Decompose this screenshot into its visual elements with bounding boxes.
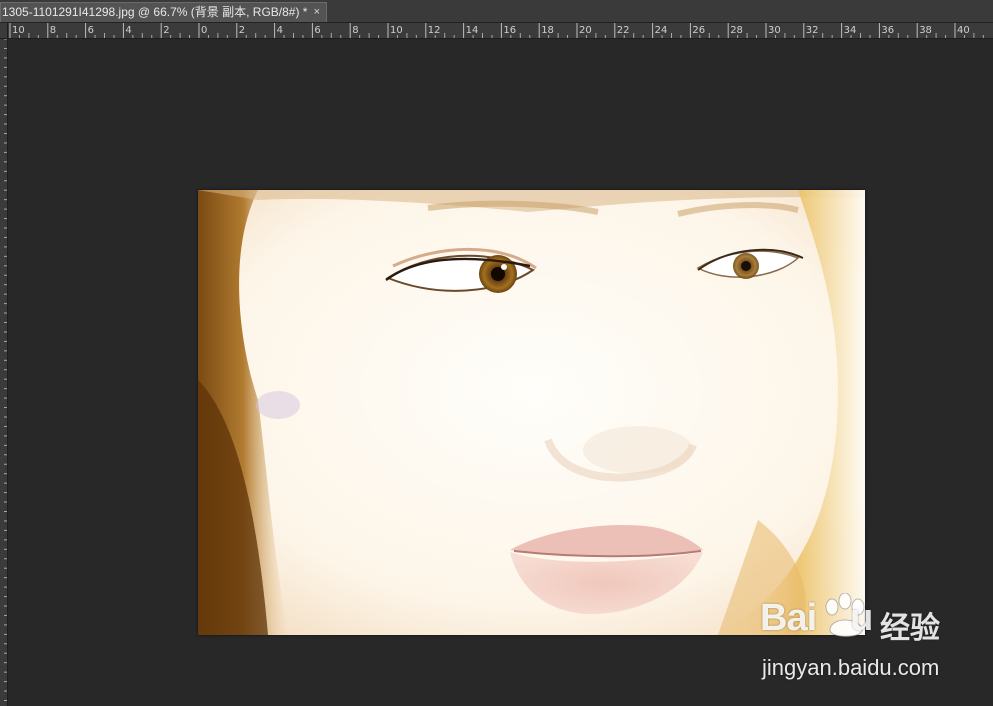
horizontal-ruler[interactable]: 10 8 6 4 2 0 2 4 6 8 10 12 14 16 18 20 22 24 26 28 30 32 34 36 3… (8, 23, 993, 39)
ruler-label: 22 (617, 25, 630, 36)
ruler-label: 8 (352, 25, 358, 36)
ruler-label: 34 (844, 25, 857, 36)
ruler-label: 32 (806, 25, 819, 36)
ruler-label: 28 (730, 25, 743, 36)
ruler-label: 4 (125, 25, 131, 36)
ruler-label: 20 (579, 25, 592, 36)
ruler-label: 10 (390, 25, 403, 36)
ruler-label: 26 (692, 25, 705, 36)
ruler-label: 36 (881, 25, 894, 36)
ruler-label: 38 (919, 25, 932, 36)
ruler-label: 2 (239, 25, 245, 36)
ruler-label: 12 (428, 25, 441, 36)
close-icon[interactable]: × (314, 3, 320, 22)
ruler-label: 0 (201, 25, 207, 36)
document-tab-title: 1305-1101291I41298.jpg @ 66.7% (背景 副本, R… (2, 5, 308, 19)
ruler-label: 24 (655, 25, 668, 36)
document-image-portrait[interactable] (198, 190, 865, 635)
watermark-cn-label: 经验 (880, 612, 940, 645)
ruler-label: 40 (957, 25, 970, 36)
document-tab-bar: 1305-1101291I41298.jpg @ 66.7% (背景 副本, R… (0, 0, 993, 23)
ruler-label: 10 (12, 25, 25, 36)
vertical-ruler-ticks (4, 39, 7, 701)
ruler-label: 2 (163, 25, 169, 36)
watermark-url: jingyan.baidu.com (762, 655, 940, 680)
vertical-ruler[interactable] (0, 39, 8, 706)
ruler-label: 18 (541, 25, 554, 36)
ruler-label: 14 (466, 25, 479, 36)
ruler-label: 4 (277, 25, 283, 36)
portrait-photo (198, 190, 865, 635)
ruler-label: 16 (503, 25, 516, 36)
baidu-jingyan-watermark: Bai u 经验 jingyan.baidu.com (760, 593, 985, 687)
watermark-brand-suffix: u (850, 597, 873, 639)
watermark-brand: Bai u (760, 597, 873, 640)
horizontal-ruler-ticks: 10 8 6 4 2 0 2 4 6 8 10 12 14 16 18 20 22 24 26 28 30 32 34 36 3… (9, 23, 984, 38)
ruler-label: 8 (50, 25, 56, 36)
ruler-label: 6 (314, 25, 320, 36)
ruler-origin-corner[interactable] (0, 23, 8, 39)
ruler-label: 30 (768, 25, 781, 36)
watermark-brand-text: Bai (760, 597, 817, 639)
document-tab[interactable]: 1305-1101291I41298.jpg @ 66.7% (背景 副本, R… (0, 2, 327, 22)
ruler-label: 6 (88, 25, 94, 36)
